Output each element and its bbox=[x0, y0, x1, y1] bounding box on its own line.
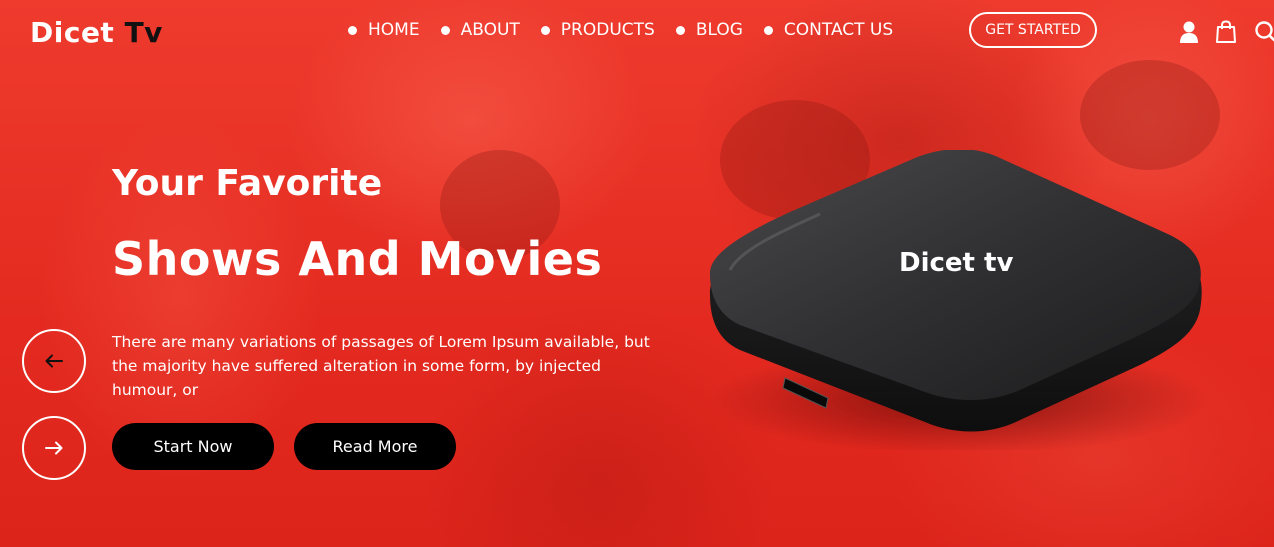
nav-item-contact-us[interactable]: CONTACT US bbox=[763, 20, 894, 40]
read-more-button[interactable]: Read More bbox=[294, 423, 456, 470]
user-icon[interactable] bbox=[1178, 20, 1200, 48]
nav-item-label: BLOG bbox=[695, 20, 743, 40]
brand-logo[interactable]: Dicet Tv bbox=[30, 16, 163, 49]
nav-bullet bbox=[763, 25, 773, 35]
brand-name-part1: Dicet bbox=[30, 16, 115, 49]
arrow-left-icon bbox=[45, 354, 63, 368]
nav-item-label: CONTACT US bbox=[783, 20, 894, 40]
main-nav: HOME ABOUT PRODUCTS BLOG CONTACT US bbox=[348, 20, 914, 40]
device-brand-label: Dicet tv bbox=[899, 248, 1014, 278]
start-now-button[interactable]: Start Now bbox=[112, 423, 274, 470]
nav-item-label: ABOUT bbox=[460, 20, 520, 40]
slider-prev-button[interactable] bbox=[22, 329, 86, 393]
nav-bullet bbox=[675, 25, 685, 35]
hero-title-line2: Shows And Movies bbox=[112, 232, 603, 286]
search-icon[interactable] bbox=[1254, 20, 1274, 48]
nav-bullet bbox=[440, 25, 450, 35]
shopping-bag-icon[interactable] bbox=[1215, 20, 1237, 48]
brand-name-part2: Tv bbox=[124, 16, 163, 49]
hero-description: There are many variations of passages of… bbox=[112, 333, 650, 399]
nav-item-about[interactable]: ABOUT bbox=[440, 20, 520, 40]
nav-item-blog[interactable]: BLOG bbox=[675, 20, 743, 40]
arrow-right-icon bbox=[45, 441, 63, 455]
nav-item-home[interactable]: HOME bbox=[348, 20, 420, 40]
hero-title-line1: Your Favorite bbox=[112, 163, 383, 204]
nav-bullet bbox=[540, 25, 550, 35]
nav-item-products[interactable]: PRODUCTS bbox=[540, 20, 655, 40]
get-started-button[interactable]: GET STARTED bbox=[969, 12, 1097, 48]
tv-box-image bbox=[709, 150, 1210, 450]
nav-bullet bbox=[348, 25, 357, 35]
slider-next-button[interactable] bbox=[22, 416, 86, 480]
nav-item-label: PRODUCTS bbox=[560, 20, 655, 40]
nav-item-label: HOME bbox=[368, 20, 420, 40]
